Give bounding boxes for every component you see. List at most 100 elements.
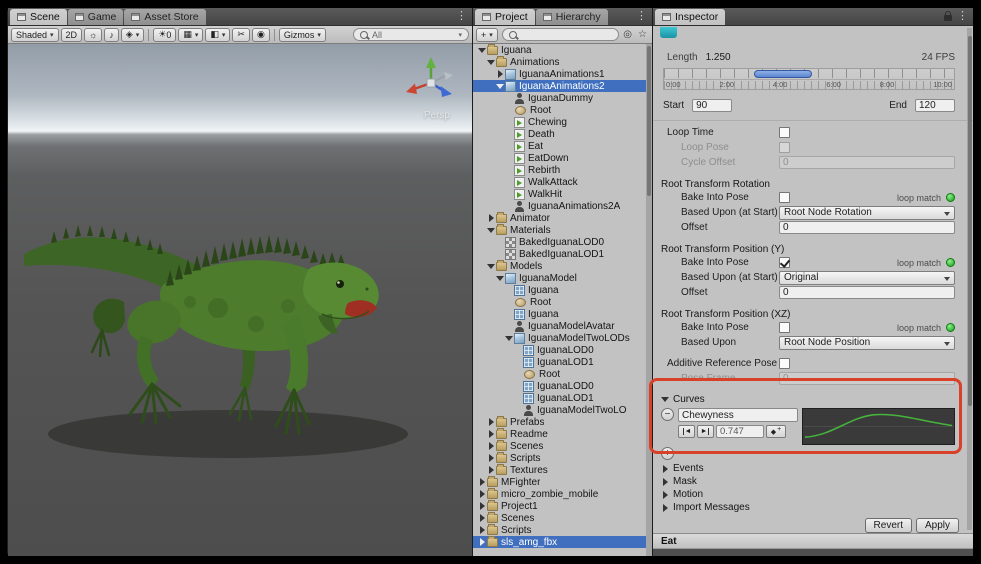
tree-expand-arrow[interactable] — [478, 501, 487, 511]
search-by-type-icon[interactable]: ◎ — [621, 29, 634, 40]
scrollbar-thumb[interactable] — [968, 36, 972, 406]
tree-row[interactable]: Iguana — [473, 44, 646, 56]
tree-expand-arrow[interactable] — [514, 345, 523, 355]
scene-tab[interactable]: Game — [68, 9, 124, 25]
remove-curve-button[interactable]: − — [661, 408, 674, 421]
tree-expand-arrow[interactable] — [505, 129, 514, 139]
tree-row[interactable]: IguanaLOD0 — [473, 344, 646, 356]
section-foldout[interactable]: Events — [653, 462, 973, 475]
tree-expand-arrow[interactable] — [505, 93, 514, 103]
tab-inspector[interactable]: Inspector — [655, 9, 725, 25]
pose-frame-field[interactable]: 0 — [779, 372, 955, 385]
add-key-button[interactable]: ◆+ — [766, 425, 786, 438]
favorites-star-icon[interactable]: ☆ — [636, 29, 649, 40]
iguana-model[interactable] — [16, 136, 440, 476]
tree-expand-arrow[interactable] — [505, 297, 514, 307]
tree-row[interactable]: micro_zombie_mobile — [473, 488, 646, 500]
lock-icon[interactable] — [944, 15, 952, 21]
project-tab[interactable]: Project — [475, 9, 535, 25]
last-key-button[interactable]: ► — [697, 425, 714, 438]
shading-mode-dropdown[interactable]: Shaded ▾ — [11, 28, 59, 42]
tree-expand-arrow[interactable] — [505, 177, 514, 187]
project-search-input[interactable] — [502, 28, 620, 41]
snap-dropdown[interactable]: ◧ ▾ — [205, 28, 230, 42]
timeline-range-handle[interactable] — [754, 70, 812, 78]
tree-expand-arrow[interactable] — [505, 117, 514, 127]
position-xz-based-upon-dropdown[interactable]: Root Node Position — [779, 336, 955, 350]
tree-row[interactable]: IguanaLOD0 — [473, 380, 646, 392]
cycle-offset-field[interactable]: 0 — [779, 156, 955, 169]
tree-row[interactable]: Root — [473, 104, 646, 116]
apply-button[interactable]: Apply — [916, 518, 959, 533]
tree-expand-arrow[interactable] — [505, 153, 514, 163]
project-scrollbar[interactable] — [646, 44, 652, 556]
tree-row[interactable]: Textures — [473, 464, 646, 476]
tree-row[interactable]: Scenes — [473, 440, 646, 452]
tree-expand-arrow[interactable] — [496, 69, 505, 79]
tree-expand-arrow[interactable] — [478, 477, 487, 487]
project-tab[interactable]: Hierarchy — [536, 9, 608, 25]
tree-row[interactable]: Animations — [473, 56, 646, 68]
rotation-based-upon-dropdown[interactable]: Root Node Rotation — [779, 206, 955, 220]
tree-row[interactable]: EatDown — [473, 152, 646, 164]
gizmos-dropdown[interactable]: Gizmos ▾ — [279, 28, 326, 42]
tree-expand-arrow[interactable] — [505, 189, 514, 199]
curve-value-field[interactable]: 0.747 — [716, 425, 764, 438]
tree-row[interactable]: Materials — [473, 224, 646, 236]
curve-preview[interactable] — [802, 408, 955, 445]
tree-row[interactable]: Scenes — [473, 512, 646, 524]
tree-expand-arrow[interactable] — [505, 165, 514, 175]
tree-row[interactable]: sls_amg_fbx — [473, 536, 646, 548]
tree-row[interactable]: IguanaModelAvatar — [473, 320, 646, 332]
tree-row[interactable]: Iguana — [473, 284, 646, 296]
tree-expand-arrow[interactable] — [487, 465, 496, 475]
tree-expand-arrow[interactable] — [487, 417, 496, 427]
tree-expand-arrow[interactable] — [478, 489, 487, 499]
tree-expand-arrow[interactable] — [505, 309, 514, 319]
scrollbar-thumb[interactable] — [647, 46, 651, 196]
tree-expand-arrow[interactable] — [505, 141, 514, 151]
tree-expand-arrow[interactable] — [487, 441, 496, 451]
pane-menu-icon[interactable]: ⋮ — [957, 9, 968, 22]
scene-tab[interactable]: Asset Store — [124, 9, 205, 25]
light-count-button[interactable]: ☀ 0 — [153, 28, 176, 42]
tree-row[interactable]: WalkAttack — [473, 176, 646, 188]
tree-expand-arrow[interactable] — [496, 249, 505, 259]
first-key-button[interactable]: ◄ — [678, 425, 695, 438]
curves-foldout[interactable]: Curves — [653, 392, 973, 406]
scene-search-input[interactable]: All ▾ — [353, 28, 469, 41]
rotation-bake-checkbox[interactable] — [779, 192, 790, 203]
position-xz-bake-checkbox[interactable] — [779, 322, 790, 333]
additive-reference-checkbox[interactable] — [779, 358, 790, 369]
tree-expand-arrow[interactable] — [478, 45, 487, 55]
curve-name-field[interactable]: Chewyness — [678, 408, 798, 422]
effects-dropdown[interactable]: ◈ ▾ — [121, 28, 144, 42]
tree-expand-arrow[interactable] — [487, 429, 496, 439]
tree-expand-arrow[interactable] — [487, 453, 496, 463]
animation-preview-bar[interactable]: Eat — [653, 533, 973, 549]
tree-expand-arrow[interactable] — [487, 57, 496, 67]
loop-time-checkbox[interactable] — [779, 127, 790, 138]
tree-expand-arrow[interactable] — [505, 285, 514, 295]
2d-toggle[interactable]: 2D — [61, 28, 83, 42]
pane-menu-icon[interactable]: ⋮ — [636, 9, 647, 22]
rotation-offset-field[interactable]: 0 — [779, 221, 955, 234]
tree-row[interactable]: IguanaLOD1 — [473, 392, 646, 404]
section-foldout[interactable]: Mask — [653, 475, 973, 488]
section-foldout[interactable]: Motion — [653, 488, 973, 501]
camera-tool-icon[interactable]: ◉ — [252, 28, 270, 42]
tree-expand-arrow[interactable] — [487, 225, 496, 235]
tree-row[interactable]: IguanaAnimations2 — [473, 80, 646, 92]
tree-expand-arrow[interactable] — [505, 321, 514, 331]
tree-row[interactable]: Models — [473, 260, 646, 272]
orientation-gizmo[interactable] — [404, 56, 458, 110]
tree-row[interactable]: Scripts — [473, 452, 646, 464]
tree-row[interactable]: Readme — [473, 428, 646, 440]
add-curve-button[interactable]: + — [661, 447, 674, 460]
section-foldout[interactable]: Import Messages — [653, 501, 973, 514]
tree-row[interactable]: BakedIguanaLOD1 — [473, 248, 646, 260]
create-asset-button[interactable]: + ▾ — [476, 28, 498, 42]
revert-button[interactable]: Revert — [865, 518, 912, 533]
grid-dropdown[interactable]: ▦ ▾ — [178, 28, 203, 42]
inspector-scrollbar[interactable] — [967, 28, 972, 530]
